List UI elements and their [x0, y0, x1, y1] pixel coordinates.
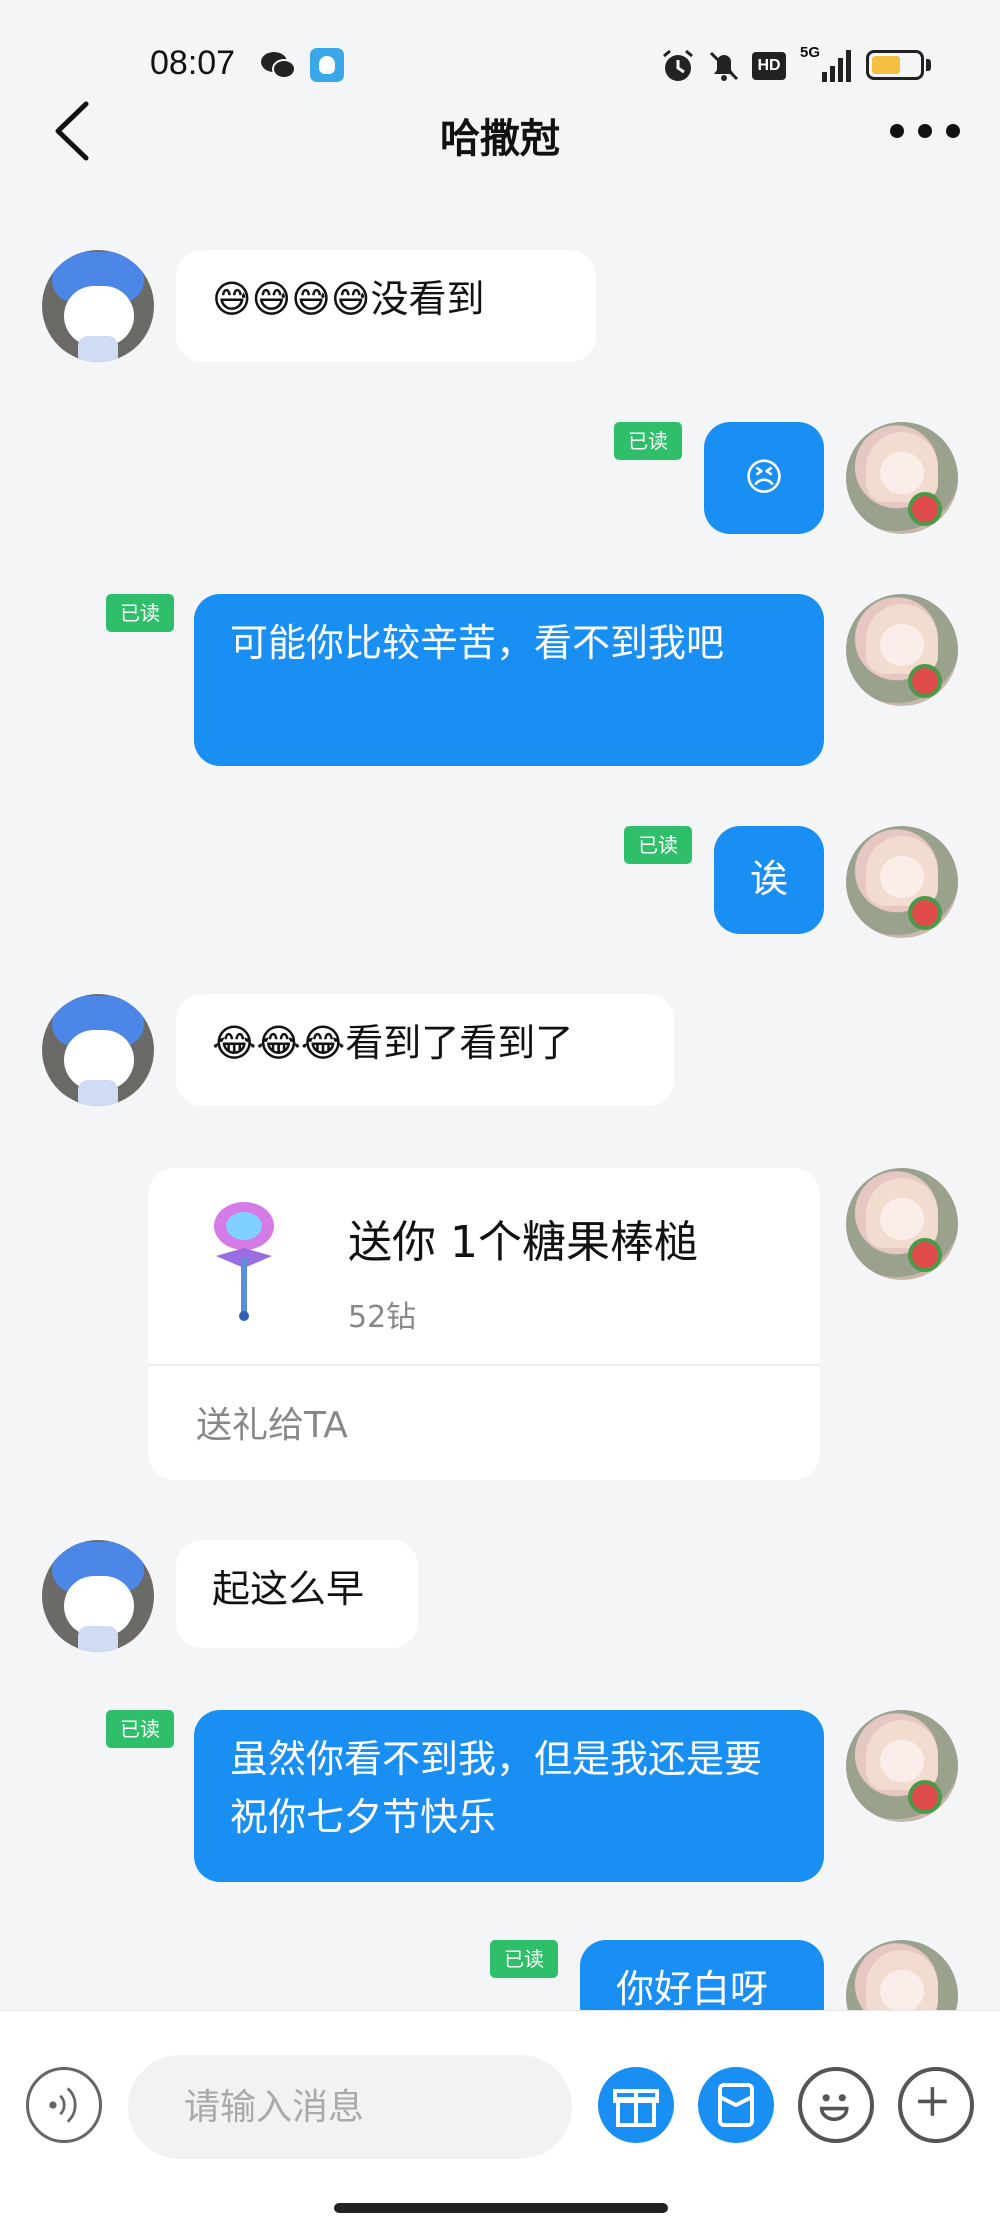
battery-tip	[926, 59, 931, 71]
gift-card[interactable]: 送你 1个糖果棒槌 52钻 送礼给TA	[148, 1168, 820, 1480]
alarm-icon	[663, 49, 693, 81]
message-text: 虽然你看不到我，但是我还是要祝你七夕节快乐	[230, 1737, 763, 1839]
app-icon	[310, 48, 344, 82]
message-text: 😅😅😅😅没看到	[212, 277, 485, 321]
gift-icon[interactable]	[598, 2067, 674, 2143]
signal-icon	[822, 50, 851, 82]
message-bubble-received[interactable]: 起这么早	[176, 1540, 418, 1648]
more-dots-icon[interactable]	[890, 116, 960, 146]
message-bubble-sent[interactable]: 可能你比较辛苦，看不到我吧	[194, 594, 824, 766]
message-bubble-received[interactable]: 😂😂😂看到了看到了	[176, 994, 674, 1106]
chat-title: 哈撒尅	[440, 116, 560, 162]
my-avatar[interactable]	[846, 1168, 958, 1280]
gift-price: 52钻	[348, 1300, 417, 1335]
read-status-badge: 已读	[624, 826, 692, 864]
gift-title: 送你 1个糖果棒槌	[348, 1217, 698, 1268]
mute-icon	[709, 51, 739, 81]
message-text: 诶	[749, 857, 788, 901]
my-avatar[interactable]	[846, 594, 958, 706]
my-avatar[interactable]	[846, 826, 958, 938]
wechat-icon	[261, 52, 296, 79]
status-time: 08:07	[150, 44, 236, 82]
message-text: 可能你比较辛苦，看不到我吧	[230, 621, 725, 665]
message-bubble-sent[interactable]: 诶	[714, 826, 824, 934]
message-input[interactable]	[128, 2055, 572, 2159]
battery-icon	[866, 50, 924, 80]
voice-icon[interactable]	[26, 2067, 102, 2143]
divider	[148, 1364, 820, 1366]
message-bubble-sent[interactable]: 虽然你看不到我，但是我还是要祝你七夕节快乐	[194, 1710, 824, 1882]
hd-icon: HD	[752, 52, 786, 80]
read-status-badge: 已读	[490, 1940, 558, 1978]
message-bubble-received[interactable]: 😅😅😅😅没看到	[176, 250, 596, 362]
chat-header: 哈撒尅	[0, 90, 1000, 170]
my-avatar[interactable]	[846, 1710, 958, 1822]
home-indicator	[334, 2203, 668, 2213]
message-bubble-sent[interactable]: 😣	[704, 422, 824, 534]
candy-wand-icon	[214, 1202, 274, 1321]
send-gift-link[interactable]: 送礼给TA	[196, 1396, 348, 1448]
red-packet-icon[interactable]	[698, 2067, 774, 2143]
input-bar	[0, 2010, 1000, 2222]
contact-avatar[interactable]	[42, 1540, 154, 1652]
read-status-badge: 已读	[614, 422, 682, 460]
battery-level	[872, 56, 900, 74]
my-avatar[interactable]	[846, 422, 958, 534]
emoji-icon[interactable]	[798, 2067, 874, 2143]
contact-avatar[interactable]	[42, 994, 154, 1106]
contact-avatar[interactable]	[42, 250, 154, 362]
read-status-badge: 已读	[106, 594, 174, 632]
message-text: 😂😂😂看到了看到了	[212, 1021, 574, 1065]
read-status-badge: 已读	[106, 1710, 174, 1748]
message-text: 😣	[744, 455, 784, 499]
message-text: 你好白呀	[616, 1967, 769, 2011]
plus-icon[interactable]	[898, 2067, 974, 2143]
message-text: 起这么早	[212, 1567, 365, 1611]
